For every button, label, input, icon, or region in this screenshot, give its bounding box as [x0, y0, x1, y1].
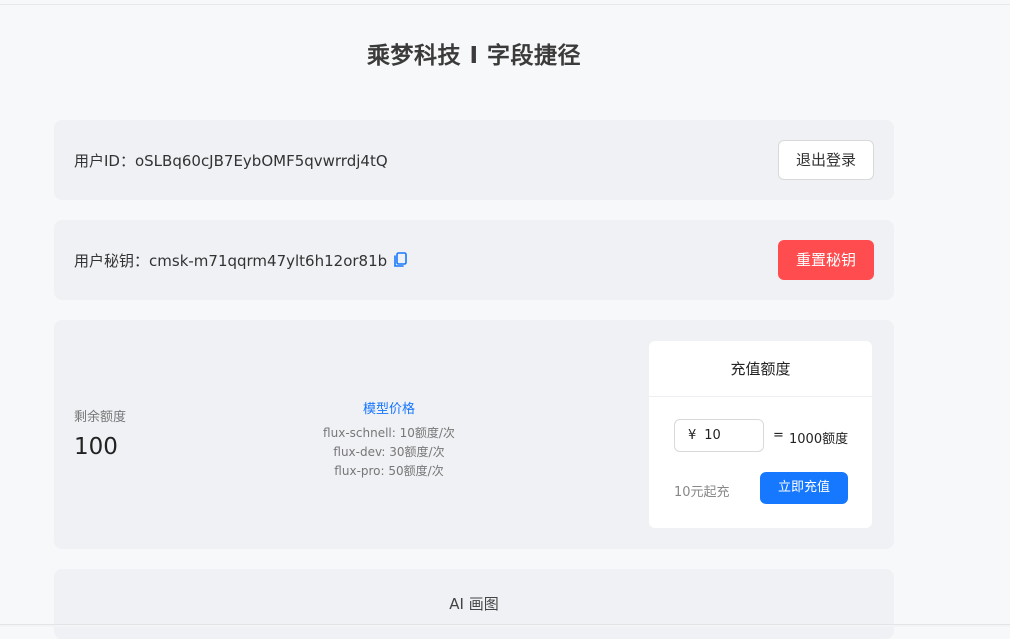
remaining-quota-value: 100 — [74, 434, 118, 460]
equals-sign: = — [773, 428, 784, 443]
user-id-label: 用户ID： — [74, 152, 135, 170]
recharge-credits: 1000额度 — [789, 432, 849, 447]
recharge-title: 充值额度 — [649, 341, 872, 397]
secret-key-value: cmsk-m71qqrm47ylt6h12or81b — [149, 252, 388, 270]
user-id-card: 用户ID：oSLBq60cJB7EybOMF5qvwrrdj4tQ 退出登录 — [54, 120, 894, 200]
user-id-row: 用户ID：oSLBq60cJB7EybOMF5qvwrrdj4tQ — [74, 150, 388, 171]
reset-key-button[interactable]: 重置秘钥 — [778, 240, 874, 280]
price-item: flux-schnell: 10额度/次 — [323, 426, 455, 440]
recharge-panel: 充值额度 ¥10 = 1000额度 10元起充 立即充值 — [649, 341, 872, 528]
price-item: flux-dev: 30额度/次 — [333, 445, 445, 459]
secret-key-row: 用户秘钥：cmsk-m71qqrm47ylt6h12or81b — [74, 250, 407, 271]
recharge-now-button[interactable]: 立即充值 — [760, 472, 848, 504]
price-item: flux-pro: 50额度/次 — [334, 464, 444, 478]
logout-button[interactable]: 退出登录 — [778, 140, 874, 180]
quota-card: 剩余额度 100 模型价格 flux-schnell: 10额度/次 flux-… — [54, 320, 894, 549]
model-price-list: flux-schnell: 10额度/次 flux-dev: 30额度/次 fl… — [294, 424, 484, 481]
remaining-quota-label: 剩余额度 — [74, 410, 127, 425]
ai-draw-title: AI 画图 — [449, 595, 499, 613]
secret-key-label: 用户秘钥： — [74, 252, 150, 270]
ai-draw-card: AI 画图 — [54, 569, 894, 639]
copy-icon[interactable] — [393, 252, 407, 268]
top-divider — [0, 0, 1010, 5]
user-id-value: oSLBq60cJB7EybOMF5qvwrrdj4tQ — [134, 152, 388, 170]
model-price-title: 模型价格 — [362, 402, 415, 417]
recharge-amount-value: 10 — [704, 428, 721, 443]
page-title: 乘梦科技 I 字段捷径 — [366, 43, 582, 69]
minimum-recharge-note: 10元起充 — [674, 485, 730, 500]
secret-key-card: 用户秘钥：cmsk-m71qqrm47ylt6h12or81b 重置秘钥 — [54, 220, 894, 300]
recharge-amount-input[interactable]: ¥10 — [674, 419, 764, 452]
currency-symbol: ¥ — [688, 428, 697, 443]
